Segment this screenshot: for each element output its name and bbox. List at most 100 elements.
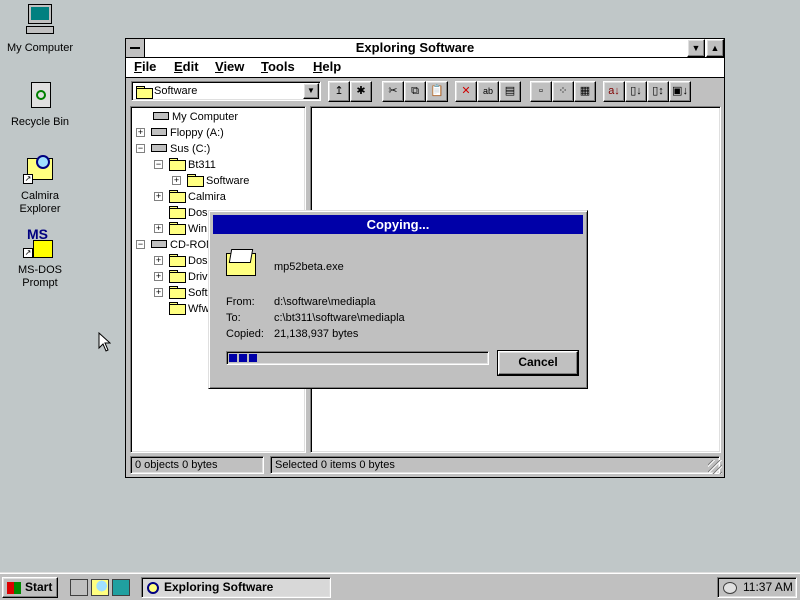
menu-edit[interactable]: Edit <box>174 59 199 74</box>
tree-item-label: Dos <box>188 255 208 267</box>
to-label: To: <box>226 312 241 324</box>
desktop-icon-my-computer[interactable]: My Computer <box>2 4 78 55</box>
collapse-icon[interactable]: − <box>136 144 145 153</box>
magnifier-icon <box>147 582 159 594</box>
copy-filename: mp52beta.exe <box>274 261 344 273</box>
status-selected: Selected 0 items 0 bytes <box>270 456 720 474</box>
start-button[interactable]: Start <box>2 577 58 598</box>
tree-item[interactable]: + Soft <box>154 285 208 301</box>
expand-icon[interactable]: + <box>154 288 163 297</box>
desktop-icon-recycle-bin[interactable]: Recycle Bin <box>2 78 78 129</box>
tree-item-label: Soft <box>188 287 208 299</box>
mouse-cursor-icon <box>98 332 111 352</box>
maximize-button[interactable]: ▲ <box>706 39 724 57</box>
from-label: From: <box>226 296 255 308</box>
location-combobox[interactable]: Software ▼ <box>131 81 321 101</box>
location-text: Software <box>154 85 198 97</box>
desktop-icon-label: MS-DOS Prompt <box>18 264 62 289</box>
desktop-icon-calmira-explorer[interactable]: ↗ Calmira Explorer <box>2 152 78 216</box>
expand-icon[interactable]: + <box>154 192 163 201</box>
properties-button[interactable]: ▤ <box>499 81 521 102</box>
tree-item-label: Win <box>188 223 207 235</box>
tree-item-label: Software <box>206 175 250 187</box>
desktop-icon-label: Recycle Bin <box>10 116 70 128</box>
resize-grip-icon[interactable] <box>708 460 722 474</box>
tree-item[interactable]: − Bt311 <box>154 157 216 173</box>
new-folder-button[interactable]: ✱ <box>350 81 372 102</box>
system-tray: 11:37 AM <box>717 577 797 598</box>
tree-item[interactable]: − CD-ROM <box>136 237 215 253</box>
dropdown-arrow-icon[interactable]: ▼ <box>303 83 319 99</box>
from-value: d:\software\mediapla <box>274 296 376 308</box>
recycle-bin-icon <box>23 78 57 112</box>
minimize-button[interactable]: ▼ <box>687 39 705 57</box>
menu-tools[interactable]: Tools <box>261 59 295 74</box>
menu-help[interactable]: Help <box>313 59 341 74</box>
cdrom-icon <box>151 240 167 248</box>
quick-launch-window-icon[interactable] <box>112 579 130 596</box>
tree-item[interactable]: My Computer <box>153 109 238 125</box>
tree-item-label: Floppy (A:) <box>170 127 224 139</box>
details-button[interactable]: ▦ <box>574 81 596 102</box>
rename-button[interactable]: ab <box>477 81 499 102</box>
taskbar-button-exploring-software[interactable]: Exploring Software <box>141 577 331 598</box>
small-icons-button[interactable]: ⁘ <box>552 81 574 102</box>
folder-open-icon <box>187 174 204 187</box>
large-icons-button[interactable]: ▫ <box>530 81 552 102</box>
tree-item-label: Sus (C:) <box>170 143 211 155</box>
expand-icon[interactable]: + <box>154 256 163 265</box>
menu-bar: File Edit View Tools Help <box>126 58 724 78</box>
tree-item-label: Dos <box>188 207 208 219</box>
sort-size-button[interactable]: ▯↕ <box>647 81 669 102</box>
tree-item[interactable]: Wfw <box>169 301 209 317</box>
system-menu-button[interactable] <box>126 39 145 57</box>
clock[interactable]: 11:37 AM <box>743 580 793 594</box>
expand-icon[interactable]: + <box>154 224 163 233</box>
up-folder-button[interactable]: ↥ <box>328 81 350 102</box>
progress-fill <box>229 354 257 362</box>
cut-button[interactable]: ✂ <box>382 81 404 102</box>
desktop-icon-msdos-prompt[interactable]: MS ↗ MS-DOS Prompt <box>2 226 78 290</box>
copy-progress-bar <box>226 351 489 365</box>
copying-dialog: Copying... mp52beta.exe From: d:\softwar… <box>208 210 588 389</box>
magnifier-icon: ↗ <box>23 152 57 186</box>
expand-icon[interactable]: + <box>154 272 163 281</box>
folder-icon <box>169 190 186 203</box>
dialog-titlebar[interactable]: Copying... <box>213 215 583 234</box>
tree-item[interactable]: + Win <box>154 221 207 237</box>
tree-item[interactable]: + Drive <box>154 269 214 285</box>
drive-icon <box>151 144 167 152</box>
expand-icon[interactable]: + <box>136 128 145 137</box>
drive-icon <box>151 128 167 136</box>
menu-file[interactable]: File <box>134 59 156 74</box>
delete-button[interactable]: ✕ <box>455 81 477 102</box>
copied-value: 21,138,937 bytes <box>274 328 359 340</box>
tree-item-label: Bt311 <box>188 159 216 171</box>
tree-item[interactable]: − Sus (C:) <box>136 141 211 157</box>
toolbar: Software ▼ ↥ ✱ ✂ ⧉ 📋 ✕ ab ▤ ▫ ⁘ ▦ a↓ ▯↓ … <box>126 79 724 105</box>
menu-view[interactable]: View <box>215 59 244 74</box>
progress-block <box>229 354 237 362</box>
cancel-button[interactable]: Cancel <box>497 350 579 376</box>
quick-launch-printer-icon[interactable] <box>70 579 88 596</box>
expand-icon[interactable]: + <box>172 176 181 185</box>
folder-icon <box>169 222 186 235</box>
collapse-icon[interactable]: − <box>136 240 145 249</box>
collapse-icon[interactable]: − <box>154 160 163 169</box>
sort-date-button[interactable]: ▣↓ <box>669 81 691 102</box>
tree-item[interactable]: + Dos <box>154 253 208 269</box>
tree-item[interactable]: + Software <box>172 173 250 189</box>
sort-name-button[interactable]: a↓ <box>603 81 625 102</box>
tree-item[interactable]: Dos <box>169 205 208 221</box>
windows-logo-icon <box>7 582 21 594</box>
tree-item[interactable]: + Calmira <box>154 189 226 205</box>
start-label: Start <box>25 580 53 594</box>
quick-launch-explorer-icon[interactable] <box>91 579 109 596</box>
explorer-titlebar[interactable]: Exploring Software ▼ ▲ <box>126 39 724 58</box>
paste-button[interactable]: 📋 <box>426 81 448 102</box>
tree-item[interactable]: + Floppy (A:) <box>136 125 224 141</box>
copy-button[interactable]: ⧉ <box>404 81 426 102</box>
sort-type-button[interactable]: ▯↓ <box>625 81 647 102</box>
volume-icon[interactable] <box>723 582 737 594</box>
folder-icon <box>169 158 186 171</box>
